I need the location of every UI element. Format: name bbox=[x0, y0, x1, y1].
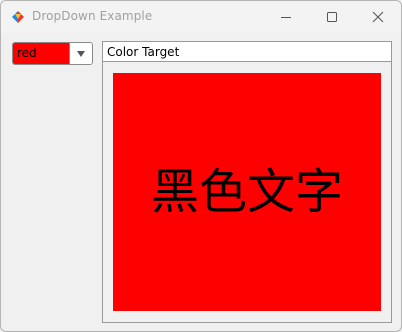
color-target-box: 黑色文字 bbox=[113, 73, 381, 311]
dropdown-arrow-icon bbox=[77, 50, 85, 57]
color-target-text: 黑色文字 bbox=[150, 164, 343, 220]
close-icon bbox=[372, 11, 384, 23]
window-title: DropDown Example bbox=[32, 9, 153, 23]
maximize-button[interactable] bbox=[309, 1, 355, 33]
maximize-icon bbox=[327, 12, 337, 22]
minimize-button[interactable] bbox=[263, 1, 309, 33]
dropdown-toggle-button[interactable] bbox=[70, 43, 92, 64]
color-target-panel: Color Target 黑色文字 bbox=[102, 41, 392, 323]
app-window: DropDown Example red Color Target 黑色文字 bbox=[0, 0, 402, 332]
close-button[interactable] bbox=[355, 1, 401, 33]
color-dropdown[interactable]: red bbox=[12, 42, 93, 65]
title-bar[interactable]: DropDown Example bbox=[1, 1, 401, 33]
minimize-icon bbox=[281, 17, 291, 18]
dropdown-value[interactable]: red bbox=[13, 43, 69, 64]
panel-title: Color Target bbox=[103, 42, 391, 62]
app-logo-icon bbox=[12, 11, 24, 23]
